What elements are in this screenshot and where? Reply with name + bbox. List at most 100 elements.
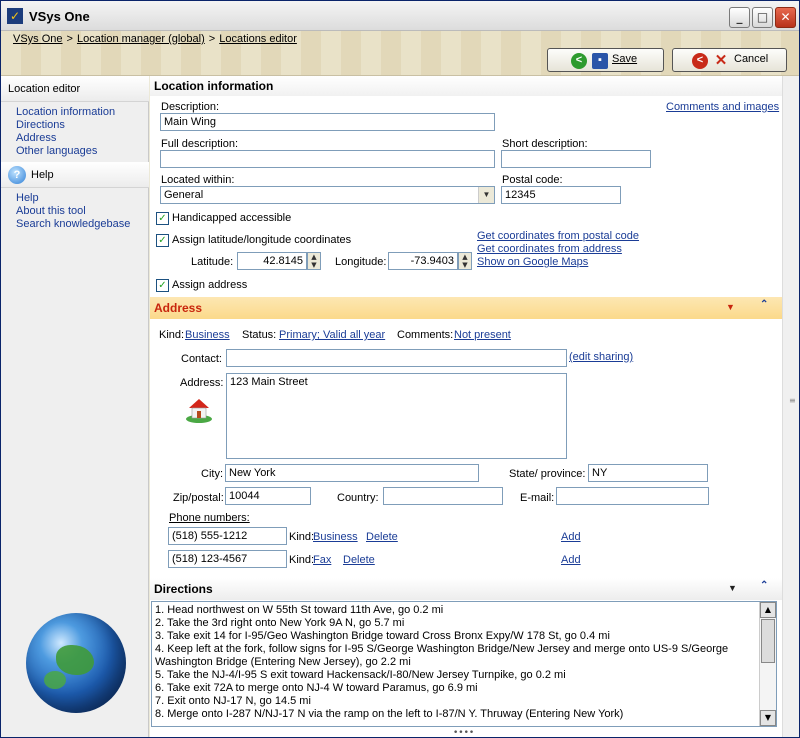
latitude-spinner[interactable]: ▲ ▼ <box>307 252 321 270</box>
maximize-button[interactable]: □ <box>752 7 773 28</box>
sidebar-editor-links: Location information Directions Address … <box>16 106 115 158</box>
collapse-arrow-icon[interactable]: ▼ <box>726 302 735 312</box>
phone-kind-link-2[interactable]: Fax <box>313 554 331 566</box>
sidebar-item-directions[interactable]: Directions <box>16 119 115 132</box>
full-description-label: Full description: <box>161 138 239 150</box>
phone-kind-label-2: Kind: <box>289 554 315 566</box>
floppy-disk-icon: ▪ <box>592 53 608 69</box>
direction-line: 5. Take the NJ-4/I-95 S exit toward Hack… <box>155 669 566 681</box>
sidebar: Location editor Location information Dir… <box>1 76 149 737</box>
phone-add-link-2[interactable]: Add <box>561 554 581 566</box>
help-icon: ? <box>8 166 26 184</box>
cancel-button[interactable]: < ✕ Cancel <box>672 48 787 72</box>
coords-from-address-link[interactable]: Get coordinates from address <box>477 243 622 255</box>
scroll-up-icon[interactable]: ▲ <box>760 602 776 618</box>
longitude-input[interactable]: -73.9403 <box>388 252 458 270</box>
minimize-button[interactable]: _ <box>729 7 750 28</box>
breadcrumb: VSys One > Location manager (global) > Locat… <box>13 33 297 45</box>
phone-kind-link-1[interactable]: Business <box>313 531 358 543</box>
located-within-value: General <box>164 189 204 201</box>
city-label: City: <box>201 468 223 480</box>
directions-header-label: Directions <box>154 582 213 596</box>
scroll-thumb[interactable] <box>761 619 775 663</box>
close-icon: ✕ <box>780 10 791 24</box>
short-description-input[interactable] <box>501 150 651 168</box>
address-status-link[interactable]: Primary; Valid all year <box>279 329 385 341</box>
title-bar: ✓ VSys One _ □ ✕ <box>1 1 799 31</box>
breadcrumb-vsys-one[interactable]: VSys One <box>13 33 63 45</box>
longitude-spinner[interactable]: ▲ ▼ <box>458 252 472 270</box>
edit-sharing-link[interactable]: (edit sharing) <box>569 351 633 363</box>
phone-add-link-1[interactable]: Add <box>561 531 581 543</box>
direction-line: 1. Head northwest on W 55th St toward 11… <box>155 604 444 616</box>
close-button[interactable]: ✕ <box>775 7 796 28</box>
chevron-up-double-icon[interactable]: ⌃ <box>760 299 768 310</box>
contact-input[interactable] <box>226 349 567 367</box>
cancel-x-icon: ✕ <box>714 52 728 69</box>
latitude-label: Latitude: <box>191 256 234 268</box>
breadcrumb-location-manager[interactable]: Location manager (global) <box>77 33 205 45</box>
assign-address-checkbox[interactable]: ✓ <box>156 279 169 292</box>
main-scrollbar[interactable]: ≡ <box>782 76 799 737</box>
chevron-up-double-icon[interactable]: ⌃ <box>760 580 768 591</box>
minimize-icon: _ <box>736 10 743 24</box>
latitude-input[interactable]: 42.8145 <box>237 252 307 270</box>
vsys-logo-icon: ✓ <box>7 8 23 24</box>
sidebar-item-other-languages[interactable]: Other languages <box>16 145 115 158</box>
full-description-input[interactable] <box>160 150 495 168</box>
comments-images-link[interactable]: Comments and images <box>666 101 779 113</box>
arrow-left-icon: < <box>692 53 708 69</box>
assign-address-label: Assign address <box>172 279 248 291</box>
breadcrumb-locations-editor[interactable]: Locations editor <box>219 33 297 45</box>
assign-latlong-checkbox[interactable]: ✓ <box>156 234 169 247</box>
phone-delete-link-1[interactable]: Delete <box>366 531 398 543</box>
located-within-select[interactable]: General ▼ <box>160 186 495 204</box>
handicapped-checkbox[interactable]: ✓ <box>156 212 169 225</box>
address-label: Address: <box>180 377 224 389</box>
globe-land <box>56 645 94 675</box>
direction-line: 8. Merge onto I-287 N/NJ-17 N via the ra… <box>155 708 624 720</box>
directions-header: Directions ▼ ⌃ <box>150 578 782 600</box>
country-input[interactable] <box>383 487 503 505</box>
address-comments-link[interactable]: Not present <box>454 329 511 341</box>
location-info-header: Location information <box>150 76 782 96</box>
directions-textarea[interactable]: 1. Head northwest on W 55th St toward 11… <box>151 601 777 727</box>
scroll-grip-icon: ≡ <box>789 396 796 405</box>
spin-up-icon: ▲ <box>311 253 317 261</box>
sidebar-item-address[interactable]: Address <box>16 132 115 145</box>
chevron-down-icon: ▼ <box>478 187 494 203</box>
sidebar-item-search-knowledgebase[interactable]: Search knowledgebase <box>16 218 130 231</box>
arrow-left-icon: < <box>571 53 587 69</box>
maximize-icon: □ <box>756 10 769 24</box>
city-input[interactable]: New York <box>225 464 479 482</box>
zip-label: Zip/postal: <box>173 492 224 504</box>
state-input[interactable]: NY <box>588 464 708 482</box>
direction-line: 6. Take exit 72A to merge onto NJ-4 W to… <box>155 682 478 694</box>
sidebar-item-about[interactable]: About this tool <box>16 205 130 218</box>
located-within-label: Located within: <box>161 174 235 186</box>
sidebar-item-location-information[interactable]: Location information <box>16 106 115 119</box>
zip-input[interactable]: 10044 <box>225 487 311 505</box>
address-textarea[interactable]: 123 Main Street <box>226 373 567 459</box>
email-input[interactable] <box>556 487 709 505</box>
scroll-down-icon[interactable]: ▼ <box>760 710 776 726</box>
breadcrumb-separator: > <box>208 33 216 45</box>
cancel-label: Cancel <box>734 53 769 65</box>
short-description-label: Short description: <box>502 138 588 150</box>
description-input[interactable]: Main Wing <box>160 113 495 131</box>
sidebar-header-location-editor: Location editor <box>1 76 149 102</box>
phone-input-2[interactable]: (518) 123-4567 <box>168 550 287 568</box>
window-title: VSys One <box>29 9 90 24</box>
collapse-arrow-icon[interactable]: ▼ <box>728 583 737 593</box>
coords-from-postal-link[interactable]: Get coordinates from postal code <box>477 230 639 242</box>
phone-delete-link-2[interactable]: Delete <box>343 554 375 566</box>
directions-scrollbar[interactable]: ▲ ▼ <box>759 602 776 726</box>
postal-code-input[interactable]: 12345 <box>501 186 621 204</box>
email-label: E-mail: <box>520 492 555 504</box>
save-button[interactable]: < ▪ Save <box>547 48 664 72</box>
show-google-maps-link[interactable]: Show on Google Maps <box>477 256 588 268</box>
sidebar-item-help[interactable]: Help <box>16 192 130 205</box>
resize-grip-icon[interactable]: •••• <box>453 729 474 738</box>
address-kind-link[interactable]: Business <box>185 329 230 341</box>
phone-input-1[interactable]: (518) 555-1212 <box>168 527 287 545</box>
